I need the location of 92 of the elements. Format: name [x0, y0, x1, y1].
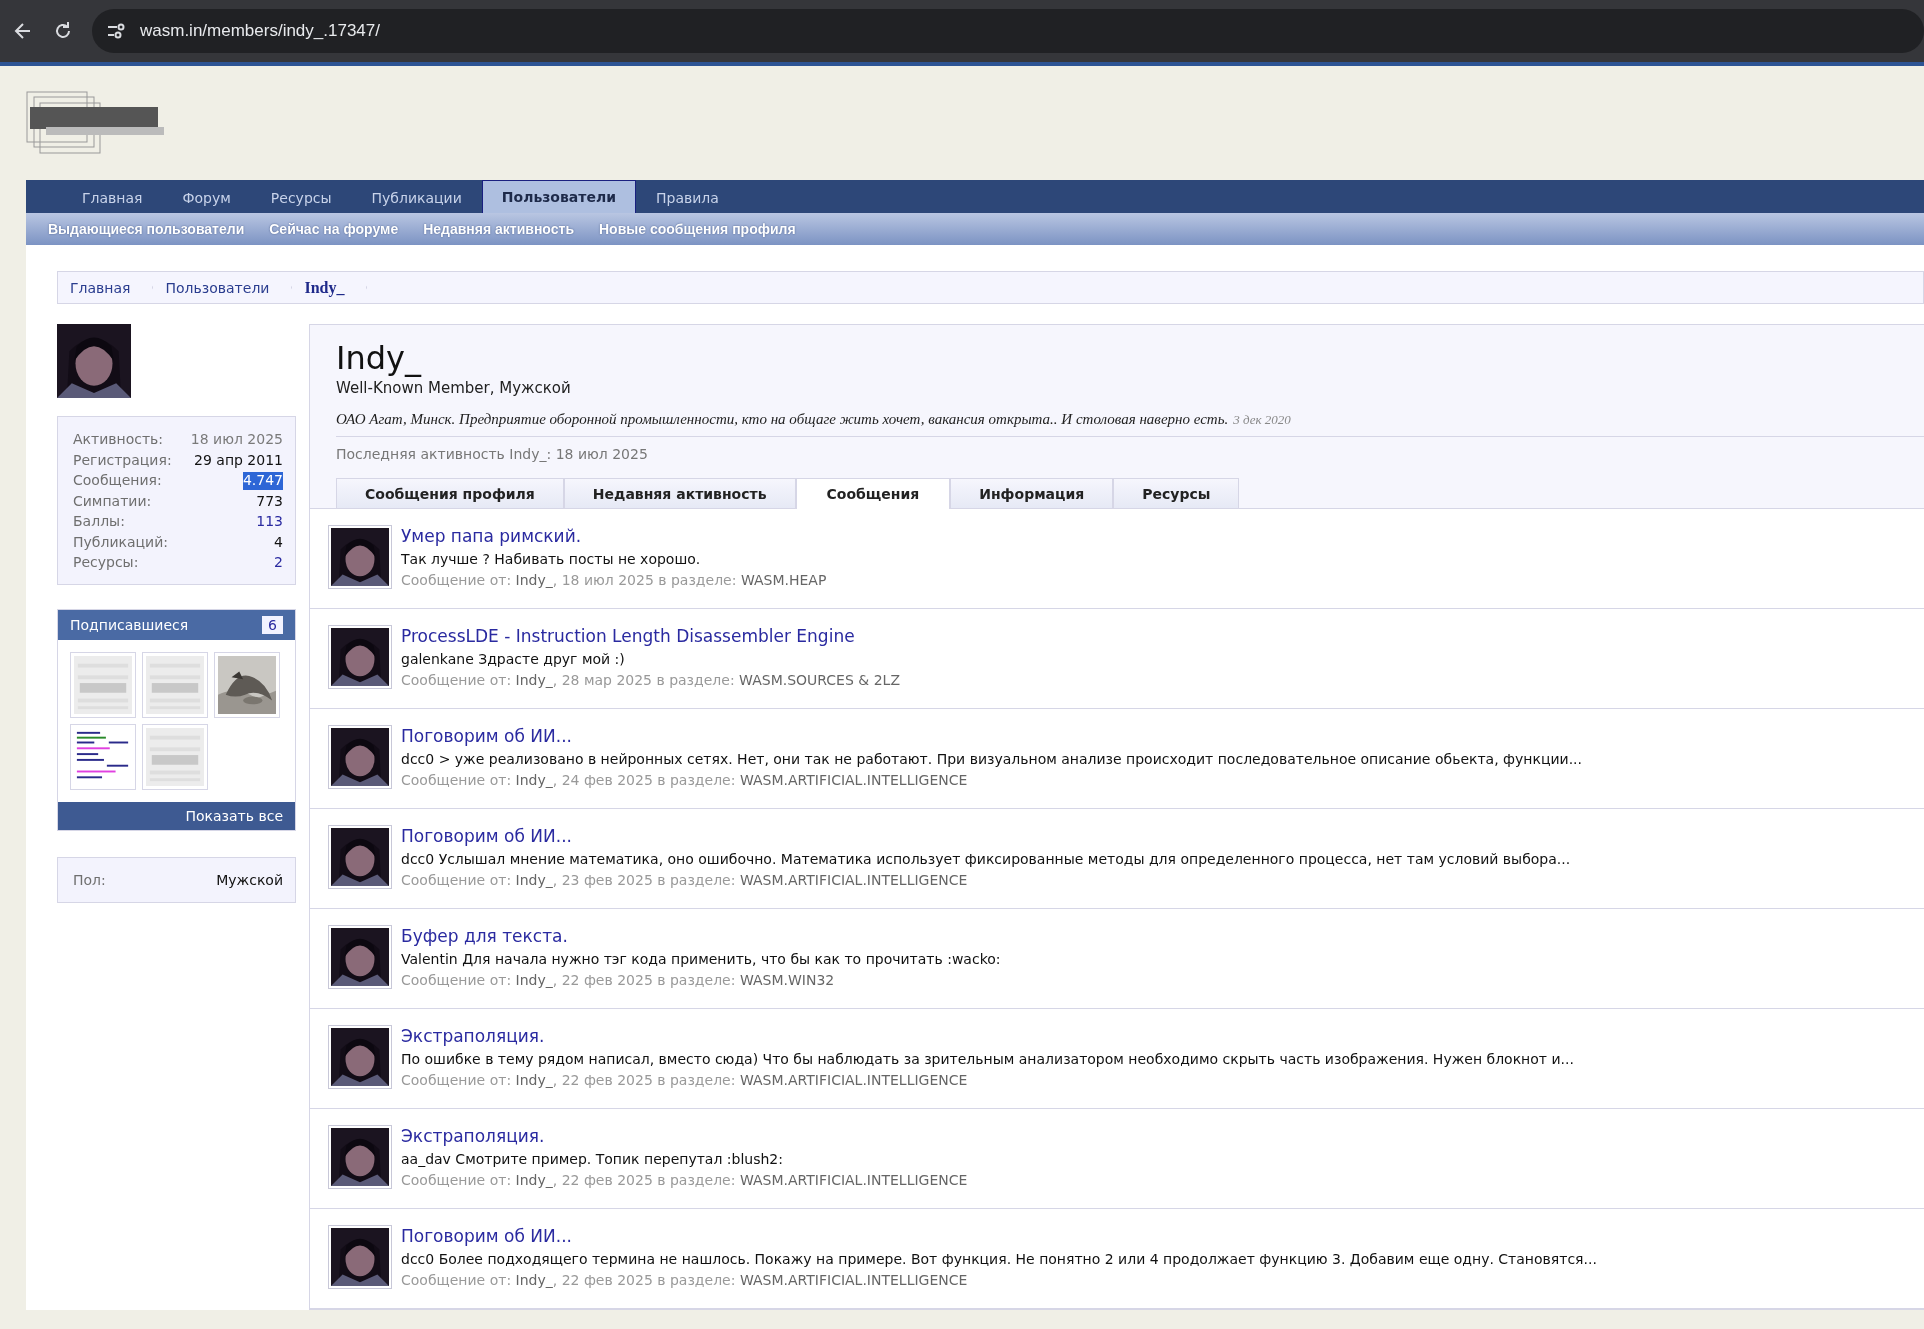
stat-value: 773 [256, 492, 283, 510]
count-badge: 6 [262, 615, 283, 634]
stat-label: Активность: [73, 431, 164, 449]
post-meta: Сообщение от: Indy_, 24 фев 2025 в разделе: WASM.ARTIFICIAL.INTELLIGENCE [401, 771, 969, 790]
info-value: Мужской [216, 871, 283, 889]
profile-tab[interactable]: Сообщения [795, 478, 951, 509]
post-meta: Сообщение от: Indy_, 22 фев 2025 в разделе: WASM.ARTIFICIAL.INTELLIGENCE [401, 1171, 968, 1190]
breadcrumb-item[interactable]: Главная [58, 272, 154, 303]
follower-avatar[interactable] [70, 723, 136, 790]
stat-value: 18 июл 2025 [190, 431, 283, 449]
site-settings-icon[interactable] [106, 21, 126, 41]
post-snippet: aa_dav Смотрите пример. Топик перепутал :blush2: [401, 1150, 784, 1169]
post-title-link[interactable]: Экстраполяция. [401, 1025, 1574, 1047]
profile-tab[interactable]: Ресурсы [1113, 478, 1240, 508]
info-label: Пол: [73, 871, 106, 889]
stat-label: Регистрация: [73, 451, 172, 469]
followers-title: Подписавшиеся [70, 616, 189, 633]
section-link[interactable]: WASM.ARTIFICIAL.INTELLIGENCE [739, 1172, 968, 1188]
stat-label: Симпатии: [73, 492, 152, 510]
profile-subtitle: Well-Known Member, Мужской [336, 379, 572, 397]
post-avatar[interactable] [328, 725, 392, 789]
post-snippet: dcc0 Более подходящего термина не нашлось. Покажу на примере. Вот функция. Не понятно 2 или 4 продолжает функцию 3. Добавим еще одну. Становятся... [401, 1250, 1597, 1269]
status-text: ОАО Агат, Минск. Предприятие оборонной промышленности, кто на общаге жить хочет, вакансия открыта.. И столовая наверно есть. [336, 411, 1229, 428]
post-avatar[interactable] [328, 825, 392, 889]
post-snippet: galenkane Здрасте друг мой :) [401, 650, 626, 669]
last-activity: Последняя активность Indy_: 18 июл 2025 [336, 446, 649, 462]
post-avatar[interactable] [328, 625, 392, 689]
follower-avatar[interactable] [214, 651, 280, 718]
post-title-link[interactable]: Поговорим об ИИ... [401, 725, 1583, 747]
section-link[interactable]: WASM.HEAP [740, 572, 827, 588]
post-meta: Сообщение от: Indy_, 22 фев 2025 в разделе: WASM.ARTIFICIAL.INTELLIGENCE [401, 1271, 969, 1290]
post-meta: Сообщение от: Indy_, 18 июл 2025 в разделе: WASM.HEAP [401, 571, 827, 590]
author-link[interactable]: Indy_ [515, 1072, 553, 1088]
post-meta: Сообщение от: Indy_, 28 мар 2025 в разделе: WASM.SOURCES & 2LZ [401, 671, 900, 690]
author-link[interactable]: Indy_ [515, 672, 553, 688]
nav-tab[interactable]: Ресурсы [250, 182, 352, 213]
stat-value: 4 [274, 533, 283, 551]
stat-label: Баллы: [73, 513, 125, 531]
post-meta: Сообщение от: Indy_, 22 фев 2025 в разделе: WASM.ARTIFICIAL.INTELLIGENCE [401, 1071, 969, 1090]
author-link[interactable]: Indy_ [515, 572, 553, 588]
section-link[interactable]: WASM.ARTIFICIAL.INTELLIGENCE [739, 1072, 968, 1088]
nav-tab[interactable]: Публикации [351, 182, 482, 213]
author-link[interactable]: Indy_ [515, 872, 553, 888]
logo-drawing[interactable] [26, 91, 166, 155]
author-link[interactable]: Indy_ [515, 972, 553, 988]
post-snippet: Так лучше ? Набивать посты не хорошо. [401, 550, 702, 569]
stat-label: Сообщения: [73, 472, 162, 490]
profile-tab[interactable]: Информация [950, 478, 1114, 508]
stat-label: Ресурсы: [73, 554, 139, 572]
post-avatar[interactable] [328, 1225, 392, 1289]
post-title-link[interactable]: ProcessLDE - Instruction Length Disassembler Engine [401, 625, 900, 647]
post-meta: Сообщение от: Indy_, 23 фев 2025 в разделе: WASM.ARTIFICIAL.INTELLIGENCE [401, 871, 969, 890]
url-text: wasm.in/members/indy_.17347/ [140, 21, 380, 41]
post-avatar[interactable] [328, 525, 392, 589]
post-title-link[interactable]: Умер папа римский. [401, 525, 827, 547]
author-link[interactable]: Indy_ [515, 772, 553, 788]
stat-value: 29 апр 2011 [194, 451, 283, 469]
section-link[interactable]: WASM.ARTIFICIAL.INTELLIGENCE [739, 872, 968, 888]
status-date: 3 дек 2020 [1233, 412, 1291, 428]
section-link[interactable]: WASM.ARTIFICIAL.INTELLIGENCE [739, 772, 968, 788]
author-link[interactable]: Indy_ [515, 1272, 553, 1288]
author-link[interactable]: Indy_ [515, 1172, 553, 1188]
nav-tab[interactable]: Правила [636, 182, 739, 213]
breadcrumb-item[interactable]: Indy_ [292, 272, 368, 303]
post-title-link[interactable]: Поговорим об ИИ... [401, 825, 1571, 847]
post-title-link[interactable]: Буфер для текста. [401, 925, 1001, 947]
post-snippet: По ошибке в тему рядом написал, вместо сюда) Что бы наблюдать за зрительным анализатором необходимо скрыть часть изображения. Нужен блокнот и... [401, 1050, 1574, 1069]
nav-tab[interactable]: Форум [162, 182, 251, 213]
post-snippet: dcc0 > уже реализовано в нейронных сетях. Нет, они так не работают. При визуальном анализе происходит последовательное описание обьекта, функции... [401, 750, 1583, 769]
stat-value: 4.747 [242, 472, 283, 490]
stat-value[interactable]: 113 [256, 513, 283, 531]
profile-tab[interactable]: Сообщения профиля [336, 478, 564, 508]
breadcrumb-item[interactable]: Пользователи [153, 272, 293, 303]
post-snippet: dcc0 Услышал мнение математика, оно ошибочно. Математика использует фиксированные методы для определенного процесса, нет там условий выбора... [401, 850, 1571, 869]
address-bar[interactable]: wasm.in/members/indy_.17347/ [92, 9, 1924, 53]
section-link[interactable]: WASM.WIN32 [739, 972, 835, 988]
post-avatar[interactable] [328, 1125, 392, 1189]
post-meta: Сообщение от: Indy_, 22 фев 2025 в разделе: WASM.WIN32 [401, 971, 836, 990]
nav-tab[interactable]: Главная [62, 182, 163, 213]
post-avatar[interactable] [328, 925, 392, 989]
show-all-link[interactable]: Показать все [58, 801, 295, 830]
section-link[interactable]: WASM.ARTIFICIAL.INTELLIGENCE [739, 1272, 968, 1288]
post-title-link[interactable]: Поговорим об ИИ... [401, 1225, 1597, 1247]
stat-value[interactable]: 2 [274, 554, 283, 572]
profile-name: Indy_ [336, 339, 423, 377]
post-snippet: Valentin Для начала нужно тэг кода применить, что бы как то прочитать :wacko: [401, 950, 1001, 969]
post-title-link[interactable]: Экстраполяция. [401, 1125, 968, 1147]
nav-tab[interactable]: Пользователи [481, 180, 636, 213]
profile-tab[interactable]: Недавняя активность [563, 478, 796, 508]
section-link[interactable]: WASM.SOURCES & 2LZ [739, 672, 900, 688]
post-avatar[interactable] [328, 1025, 392, 1089]
stat-label: Публикаций: [73, 533, 168, 551]
